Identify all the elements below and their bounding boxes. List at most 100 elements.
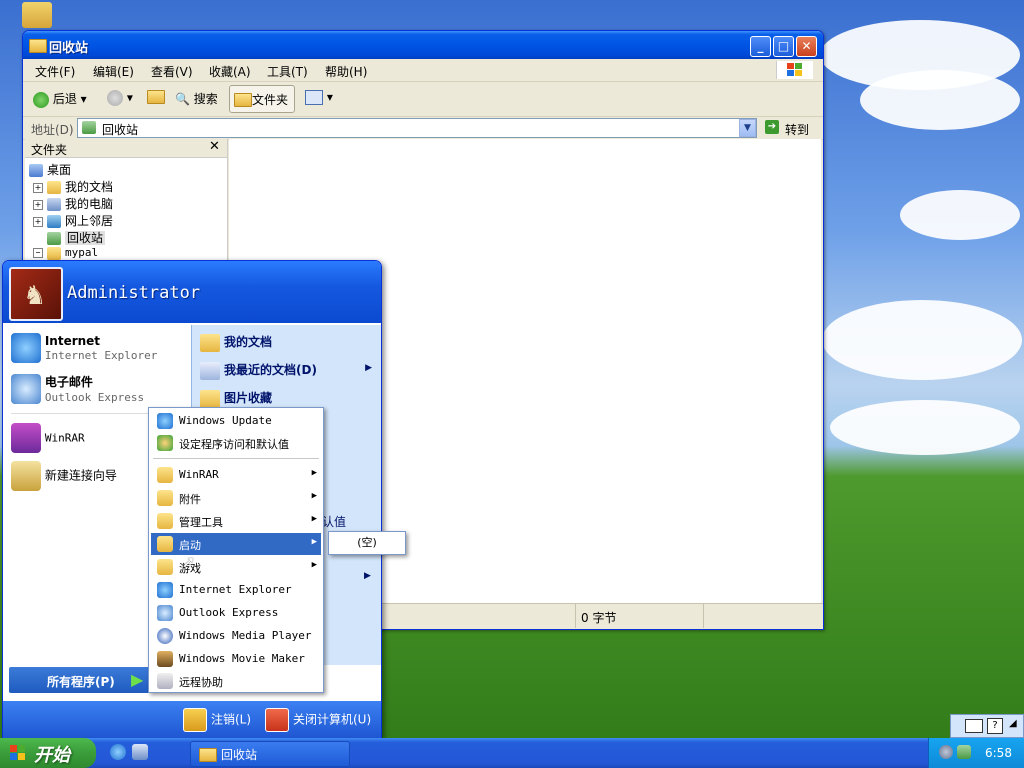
system-tray: 6:58 bbox=[928, 738, 1024, 768]
program-folder-icon bbox=[157, 536, 173, 552]
network-tray-icon[interactable] bbox=[939, 745, 953, 759]
search-button[interactable]: 🔍 搜索 bbox=[175, 90, 218, 107]
tree-item-mypal[interactable]: − mypal bbox=[33, 246, 98, 260]
collapse-icon[interactable]: − bbox=[33, 248, 43, 258]
menu-help[interactable]: 帮助(H) bbox=[325, 63, 367, 80]
status-size: 0 字节 bbox=[581, 611, 617, 625]
program-movie-maker[interactable]: Windows Movie Maker bbox=[151, 648, 321, 670]
media-player-icon bbox=[157, 628, 173, 644]
right-my-pictures[interactable]: 图片收藏 bbox=[200, 389, 272, 408]
start-button[interactable]: 开始 bbox=[0, 738, 96, 768]
tree-item-my-computer[interactable]: + 我的电脑 bbox=[33, 195, 113, 212]
address-label: 地址(D) bbox=[31, 123, 74, 137]
tree-item-network[interactable]: + 网上邻居 bbox=[33, 212, 113, 229]
clock[interactable]: 6:58 bbox=[985, 746, 1012, 760]
program-winrar[interactable]: WinRAR ▶ bbox=[151, 464, 321, 486]
tree-label: mypal bbox=[65, 246, 99, 259]
program-label: 附件 bbox=[179, 493, 201, 506]
title-bar[interactable]: 回收站 _ □ ✕ bbox=[23, 31, 823, 59]
program-windows-update[interactable]: Windows Update bbox=[151, 410, 321, 432]
submenu-arrow-icon: ▶ bbox=[311, 537, 317, 547]
minimize-langbar-icon[interactable]: ◢ bbox=[1009, 718, 1017, 729]
address-dropdown[interactable]: ▼ bbox=[739, 119, 756, 137]
program-label: 远程协助 bbox=[179, 676, 223, 689]
right-my-documents[interactable]: 我的文档 bbox=[200, 333, 272, 352]
help-icon[interactable]: ? bbox=[987, 718, 1003, 734]
desktop-icon[interactable] bbox=[22, 2, 52, 28]
program-startup[interactable]: 启动 ▶ bbox=[151, 533, 321, 555]
go-button[interactable]: ➔ 转到 bbox=[761, 118, 817, 138]
keyboard-icon[interactable] bbox=[965, 719, 983, 733]
toolbar: 后退 ▾ ▾ 🔍 搜索 文件夹 ▾ bbox=[23, 82, 823, 117]
program-folder-icon bbox=[157, 467, 173, 483]
submenu-arrow-icon: ▶ bbox=[365, 363, 372, 373]
forward-button[interactable]: ▾ bbox=[107, 90, 133, 106]
quicklaunch-ie-icon[interactable] bbox=[110, 744, 126, 760]
address-input[interactable]: 回收站 bbox=[77, 118, 757, 138]
views-icon bbox=[305, 90, 323, 105]
right-label: 图片收藏 bbox=[224, 391, 273, 405]
folders-button[interactable]: 文件夹 bbox=[229, 85, 295, 113]
quicklaunch-desktop-icon[interactable] bbox=[132, 744, 148, 760]
folders-label: 文件夹 bbox=[252, 93, 289, 107]
close-pane-icon[interactable]: ✕ bbox=[209, 139, 220, 154]
go-arrow-icon: ➔ bbox=[765, 120, 779, 134]
address-value: 回收站 bbox=[102, 123, 139, 137]
internet-explorer-icon bbox=[157, 582, 173, 598]
up-folder-button[interactable] bbox=[147, 90, 165, 107]
key-icon bbox=[183, 708, 207, 732]
language-bar: ? ◢ bbox=[950, 714, 1024, 738]
expand-icon[interactable]: + bbox=[33, 199, 43, 210]
program-set-defaults[interactable]: 设定程序访问和默认值 bbox=[151, 432, 321, 454]
app-name: Internet bbox=[44, 334, 101, 348]
program-folder-icon bbox=[157, 513, 173, 529]
right-recent-documents[interactable]: 我最近的文档(D) ▶ bbox=[200, 361, 376, 380]
tree-label: 我的文档 bbox=[65, 180, 114, 194]
views-button[interactable]: ▾ bbox=[305, 90, 333, 105]
close-button[interactable]: ✕ bbox=[796, 36, 817, 57]
tree-item-desktop[interactable]: 桌面 bbox=[29, 161, 71, 178]
program-outlook-express[interactable]: Outlook Express bbox=[151, 602, 321, 624]
folder-icon bbox=[200, 333, 220, 352]
logoff-button[interactable]: 注销(L) bbox=[183, 708, 251, 732]
tree-item-recycle-bin[interactable]: 回收站 bbox=[47, 229, 106, 246]
folder-icon bbox=[47, 246, 61, 260]
shutdown-button[interactable]: 关闭计算机(U) bbox=[265, 708, 371, 732]
minimize-button[interactable]: _ bbox=[750, 36, 771, 57]
maximize-button[interactable]: □ bbox=[773, 36, 794, 57]
tree-item-my-documents[interactable]: + 我的文档 bbox=[33, 178, 113, 195]
security-tray-icon[interactable] bbox=[957, 745, 971, 759]
program-remote-assistance[interactable]: 远程协助 bbox=[151, 670, 321, 692]
folder-pane-header: 文件夹 ✕ bbox=[25, 139, 227, 158]
pinned-internet[interactable]: Internet Internet Explorer bbox=[11, 333, 157, 363]
shutdown-label: 关闭计算机(U) bbox=[293, 712, 372, 727]
expand-icon[interactable]: + bbox=[33, 216, 43, 227]
taskbar-button-recycle-bin[interactable]: 回收站 bbox=[190, 741, 350, 767]
program-media-player[interactable]: Windows Media Player bbox=[151, 625, 321, 647]
program-accessories[interactable]: 附件 ▶ bbox=[151, 487, 321, 509]
folder-icon bbox=[47, 181, 61, 194]
menu-favorites[interactable]: 收藏(A) bbox=[209, 63, 251, 80]
back-button[interactable]: 后退 ▾ bbox=[33, 90, 87, 108]
recycle-bin-icon bbox=[47, 232, 61, 245]
app-sub: Internet Explorer bbox=[44, 349, 158, 362]
user-name: Administrator bbox=[67, 283, 201, 303]
expand-icon[interactable]: + bbox=[33, 182, 43, 193]
menu-view[interactable]: 查看(V) bbox=[151, 63, 193, 80]
app-name: 新建连接向导 bbox=[44, 468, 117, 483]
recent-winrar[interactable]: WinRAR bbox=[11, 423, 85, 453]
set-defaults-icon bbox=[157, 435, 173, 451]
menu-edit[interactable]: 编辑(E) bbox=[93, 63, 134, 80]
program-games[interactable]: 游戏 ▶ bbox=[151, 556, 321, 578]
program-internet-explorer[interactable]: Internet Explorer bbox=[151, 579, 321, 601]
pinned-email[interactable]: 电子邮件 Outlook Express bbox=[11, 373, 144, 404]
back-arrow-icon bbox=[33, 91, 49, 108]
avatar[interactable]: ♞ bbox=[9, 267, 63, 321]
recent-new-connection[interactable]: 新建连接向导 bbox=[11, 461, 117, 491]
menu-tools[interactable]: 工具(T) bbox=[267, 63, 308, 80]
forward-arrow-icon bbox=[107, 90, 123, 106]
menu-file[interactable]: 文件(F) bbox=[35, 63, 75, 80]
program-admin-tools[interactable]: 管理工具 ▶ bbox=[151, 510, 321, 532]
recent-documents-icon bbox=[200, 361, 220, 380]
mouse-cursor-icon: ➚ bbox=[182, 552, 196, 571]
